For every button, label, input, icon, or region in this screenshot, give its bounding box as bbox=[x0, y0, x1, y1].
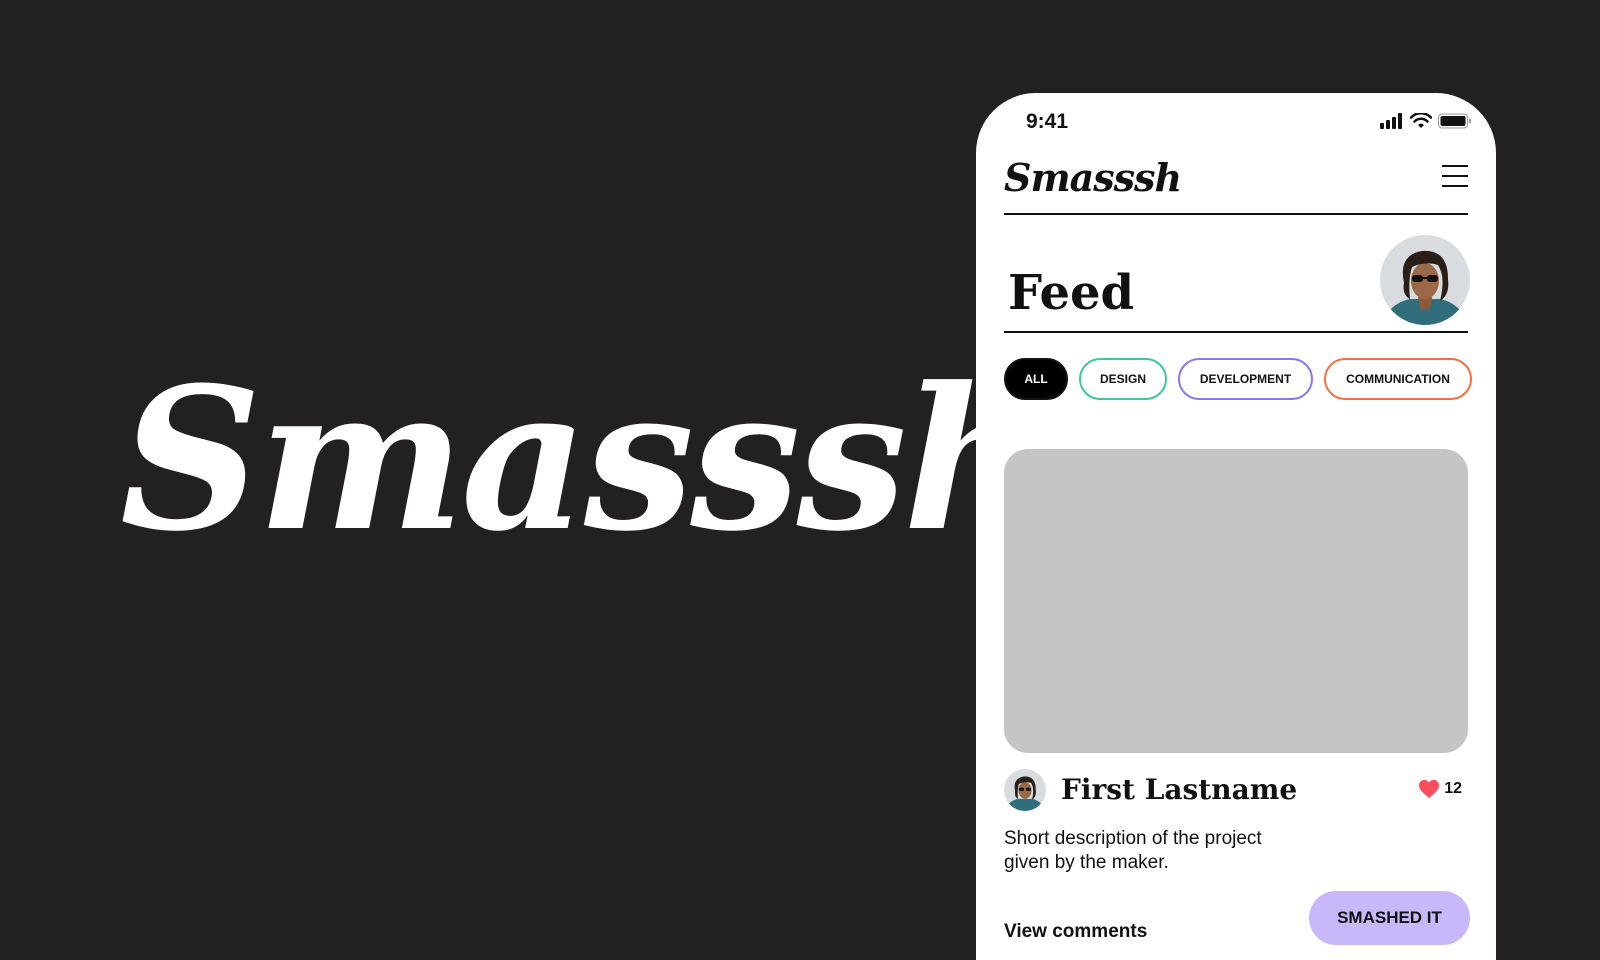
cellular-signal-icon bbox=[1380, 113, 1402, 129]
like-button[interactable]: 12 bbox=[1418, 779, 1462, 799]
hamburger-menu-icon[interactable] bbox=[1442, 165, 1468, 189]
hero-logo: Smasssh bbox=[120, 345, 1045, 575]
heart-icon bbox=[1419, 779, 1440, 799]
likes-count: 12 bbox=[1444, 780, 1462, 797]
post-description: Short description of the project given b… bbox=[1004, 828, 1262, 873]
filter-chips: ALL DESIGN DEVELOPMENT COMMUNICATION bbox=[1004, 358, 1472, 400]
phone-screen: 9:41 Smasssh Feed ALL DESIGN DEVELOPMENT… bbox=[976, 93, 1496, 960]
app-header: Smasssh bbox=[1004, 153, 1468, 215]
wifi-icon bbox=[1410, 113, 1432, 128]
status-bar: 9:41 bbox=[976, 93, 1496, 153]
page-title: Feed bbox=[1008, 265, 1135, 321]
feed-header: Feed bbox=[1004, 235, 1470, 333]
post-author-name[interactable]: First Lastname bbox=[1061, 773, 1297, 806]
battery-icon bbox=[1438, 113, 1471, 129]
status-time: 9:41 bbox=[1026, 110, 1069, 133]
status-icons bbox=[1380, 113, 1472, 129]
user-avatar[interactable] bbox=[1380, 235, 1470, 325]
filter-chip-all[interactable]: ALL bbox=[1004, 358, 1068, 400]
filter-chip-communication[interactable]: COMMUNICATION bbox=[1324, 358, 1472, 400]
author-avatar[interactable] bbox=[1004, 769, 1046, 811]
smashed-it-button[interactable]: SMASHED IT bbox=[1309, 891, 1470, 945]
app-logo[interactable]: Smasssh bbox=[1004, 155, 1182, 200]
view-comments-link[interactable]: View comments bbox=[1004, 921, 1147, 943]
filter-chip-development[interactable]: DEVELOPMENT bbox=[1178, 358, 1313, 400]
post-meta: First Lastname 12 bbox=[1004, 769, 1468, 813]
filter-chip-design[interactable]: DESIGN bbox=[1079, 358, 1167, 400]
post-image-placeholder[interactable] bbox=[1004, 449, 1468, 753]
